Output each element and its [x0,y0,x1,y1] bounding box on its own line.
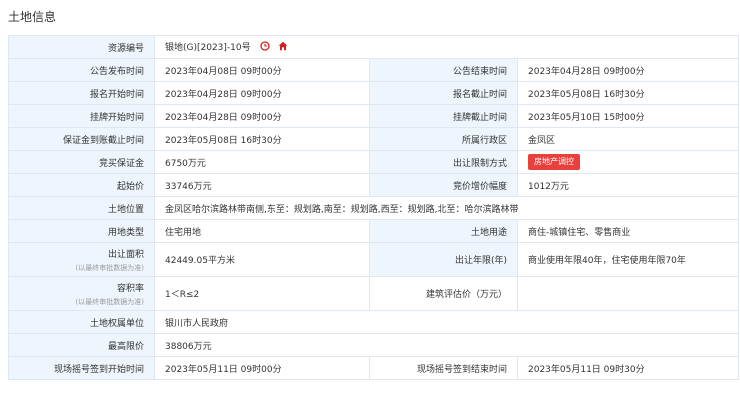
draw-end-value: 2023年05月11日 09时30分 [517,356,739,380]
announce-end-label: 公告结束时间 [369,58,518,82]
announce-start-value: 2023年04月08日 09时00分 [154,58,370,82]
owner-value: 银川市人民政府 [154,310,739,334]
owner-label: 土地权属单位 [8,310,155,334]
listing-start-label: 挂牌开始时间 [8,104,155,128]
listing-end-value: 2023年05月10日 15时00分 [517,104,739,128]
home-icon[interactable] [278,41,288,54]
bid-deposit-value: 6750万元 [154,150,370,174]
land-type-value: 住宅用地 [154,219,370,243]
max-price-value: 38806万元 [154,333,739,357]
start-price-value: 33746万元 [154,173,370,197]
table-row: 用地类型 住宅用地 土地用途 商住-城镇住宅、零售商业 [8,219,739,243]
restriction-badge: 房地产调控 [528,154,580,170]
section-title: 土地信息 [8,10,57,24]
far-label: 容积率 [116,283,144,294]
draw-start-value: 2023年05月11日 09时00分 [154,356,370,380]
resource-no-value: 银地(G)[2023]-10号 [165,43,251,53]
table-row: 土地权属单位 银川市人民政府 [8,310,739,334]
signup-end-value: 2023年05月08日 16时30分 [517,81,739,105]
eval-price-label: 建筑评估价（万元） [369,276,518,311]
table-row: 保证金到账截止时间 2023年05月08日 16时30分 所属行政区 金凤区 [8,127,739,151]
land-use-label: 土地用途 [369,219,518,243]
deposit-deadline-value: 2023年05月08日 16时30分 [154,127,370,151]
land-info-table: 资源编号 银地(G)[2023]-10号 公告发布时间 2023年04月08日 … [8,35,739,380]
table-row: 资源编号 银地(G)[2023]-10号 [8,35,739,59]
restriction-cell: 房地产调控 [517,150,739,174]
table-row: 起始价 33746万元 竞价增价幅度 1012万元 [8,173,739,197]
table-row: 公告发布时间 2023年04月08日 09时00分 公告结束时间 2023年04… [8,58,739,82]
table-row: 最高限价 38806万元 [8,333,739,357]
listing-start-value: 2023年04月28日 09时00分 [154,104,370,128]
signup-start-value: 2023年04月28日 09时00分 [154,81,370,105]
table-row: 现场摇号签到开始时间 2023年05月11日 09时00分 现场摇号签到结束时间… [8,356,739,380]
increment-label: 竞价增价幅度 [369,173,518,197]
far-label-cell: 容积率 (以最终审批数据为准) [8,276,155,311]
term-label: 出让年限(年) [369,242,518,277]
max-price-label: 最高限价 [8,333,155,357]
bid-deposit-label: 竞买保证金 [8,150,155,174]
table-row: 报名开始时间 2023年04月28日 09时00分 报名截止时间 2023年05… [8,81,739,105]
table-row: 出让面积 (以最终审批数据为准) 42449.05平方米 出让年限(年) 商业使… [8,242,739,277]
far-note: (以最终审批数据为准) [75,297,144,306]
land-type-label: 用地类型 [8,219,155,243]
location-label: 土地位置 [8,196,155,220]
increment-value: 1012万元 [517,173,739,197]
deposit-deadline-label: 保证金到账截止时间 [8,127,155,151]
district-value: 金凤区 [517,127,739,151]
area-note: (以最终审批数据为准) [75,263,144,272]
announce-start-label: 公告发布时间 [8,58,155,82]
table-row: 竞买保证金 6750万元 出让限制方式 房地产调控 [8,150,739,174]
start-price-label: 起始价 [8,173,155,197]
far-value: 1＜R≤2 [154,276,370,311]
land-use-value: 商住-城镇住宅、零售商业 [517,219,739,243]
area-label-cell: 出让面积 (以最终审批数据为准) [8,242,155,277]
signup-end-label: 报名截止时间 [369,81,518,105]
signup-start-label: 报名开始时间 [8,81,155,105]
location-value: 金凤区哈尔滨路林带南侧,东至：规划路,南至：规划路,西至：规划路,北至：哈尔滨路… [154,196,739,220]
area-label: 出让面积 [107,249,144,260]
listing-end-label: 挂牌截止时间 [369,104,518,128]
clock-icon[interactable] [259,41,270,54]
draw-end-label: 现场摇号签到结束时间 [369,356,518,380]
table-row: 容积率 (以最终审批数据为准) 1＜R≤2 建筑评估价（万元） [8,276,739,311]
table-row: 土地位置 金凤区哈尔滨路林带南侧,东至：规划路,南至：规划路,西至：规划路,北至… [8,196,739,220]
table-row: 挂牌开始时间 2023年04月28日 09时00分 挂牌截止时间 2023年05… [8,104,739,128]
resource-no-label: 资源编号 [8,35,155,59]
district-label: 所属行政区 [369,127,518,151]
eval-price-value [517,276,739,311]
area-value: 42449.05平方米 [154,242,370,277]
announce-end-value: 2023年04月28日 09时00分 [517,58,739,82]
term-value: 商业使用年限40年，住宅使用年限70年 [517,242,739,277]
restriction-label: 出让限制方式 [369,150,518,174]
draw-start-label: 现场摇号签到开始时间 [8,356,155,380]
resource-no-cell: 银地(G)[2023]-10号 [154,35,739,59]
